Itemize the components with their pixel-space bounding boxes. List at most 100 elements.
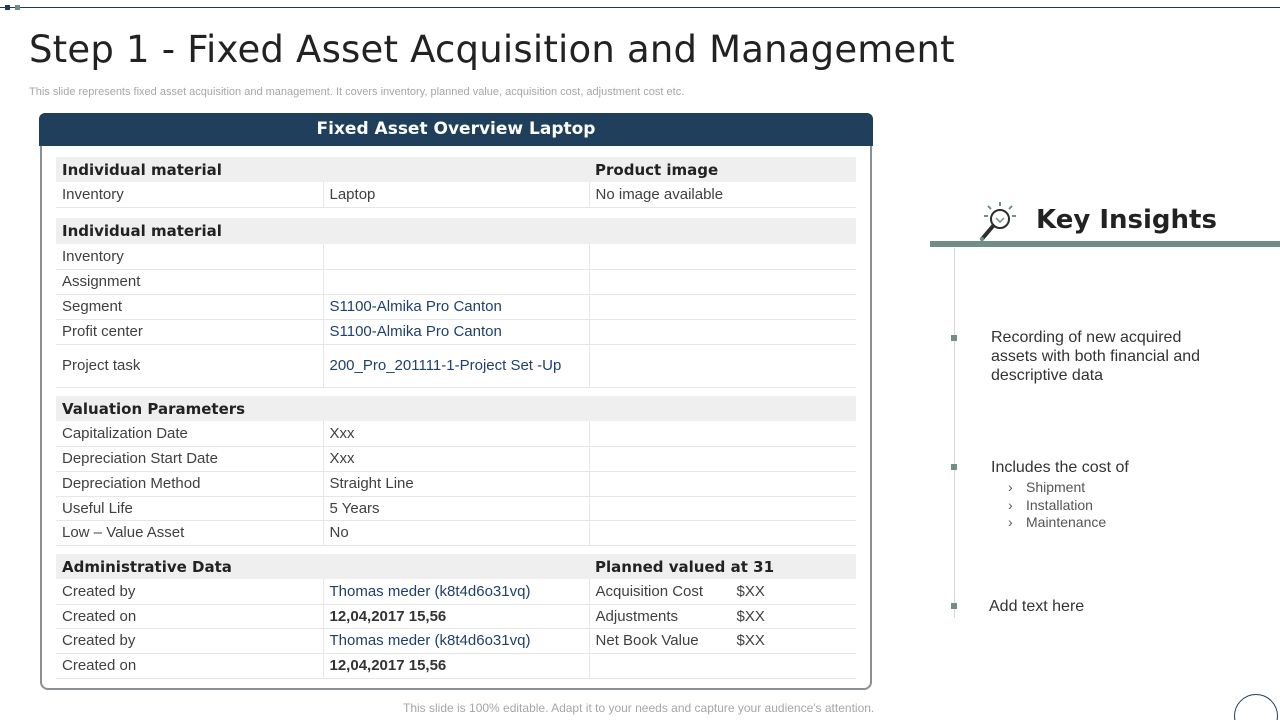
material-table: Individual material Inventory Assignment… <box>56 218 857 388</box>
table-row: Profit center S1100-Almika Pro Canton <box>56 319 857 345</box>
row-value <box>323 244 590 270</box>
empty-cell <box>589 244 857 270</box>
empty-cell <box>589 344 857 388</box>
sub-item-label: Shipment <box>1026 479 1086 495</box>
valuation-table: Valuation Parameters Capitalization Date… <box>56 396 857 546</box>
top-decor-square <box>5 5 10 10</box>
table-row: Created on 12,04,2017 15,56 <box>56 653 857 679</box>
row-value: Xxx <box>323 446 590 472</box>
row-value <box>323 269 590 295</box>
key-insights-title: Key Insights <box>1036 205 1217 235</box>
row-value: 12,04,2017 15,56 <box>323 604 590 629</box>
table-row: Low – Value Asset No <box>56 520 857 546</box>
empty-cell <box>589 520 857 546</box>
section-header: Individual material <box>56 157 590 182</box>
row-value: 5 Years <box>323 496 590 521</box>
administrative-table: Administrative Data Planned valued at 31… <box>56 554 857 679</box>
cost-label: Adjustments <box>595 607 679 625</box>
empty-cell <box>589 269 857 295</box>
row-label: Depreciation Method <box>56 471 324 497</box>
cost-cell: Acquisition Cost $XX <box>589 579 857 605</box>
row-value: Straight Line <box>323 471 590 497</box>
slide-title: Step 1 - Fixed Asset Acquisition and Man… <box>29 28 955 71</box>
insight-sub-list: › Shipment › Installation › Maintenance <box>1008 479 1106 532</box>
table-row: Inventory Laptop No image available <box>56 182 857 208</box>
table-row: Created by Thomas meder (k8t4d6o31vq) Ne… <box>56 628 857 654</box>
row-value: Laptop <box>323 182 590 208</box>
section-header: Valuation Parameters <box>56 396 857 421</box>
insight-text: Recording of new acquired assets with bo… <box>991 329 1201 384</box>
row-label: Depreciation Start Date <box>56 446 324 472</box>
row-value: S1100-Almika Pro Canton <box>323 319 590 345</box>
row-label: Created by <box>56 628 324 654</box>
cost-cell: Adjustments $XX <box>589 604 857 629</box>
empty-cell <box>589 446 857 472</box>
top-divider-line <box>0 7 1280 8</box>
table-row: Created by Thomas meder (k8t4d6o31vq) Ac… <box>56 579 857 605</box>
corner-decor-arc <box>1234 694 1278 720</box>
chevron-right-icon: › <box>1008 496 1013 513</box>
row-value: Thomas meder (k8t4d6o31vq) <box>323 628 590 654</box>
chevron-right-icon: › <box>1008 514 1013 530</box>
table-row: Project task 200_Pro_201111-1-Project Se… <box>56 344 857 388</box>
insight-bullet <box>951 464 957 470</box>
product-image-placeholder: No image available <box>589 182 857 208</box>
row-value: 12,04,2017 15,56 <box>323 653 590 679</box>
table-header-row: Valuation Parameters <box>56 396 857 421</box>
sub-list-item: › Maintenance <box>1008 514 1106 532</box>
top-decor-square-green <box>15 5 20 10</box>
chevron-right-icon: › <box>1008 479 1013 495</box>
table-row: Segment S1100-Almika Pro Canton <box>56 294 857 320</box>
empty-cell <box>589 294 857 320</box>
row-label: Created by <box>56 579 324 605</box>
row-label: Created on <box>56 653 324 679</box>
row-value: Xxx <box>323 421 590 447</box>
slide-subtitle: This slide represents fixed asset acquis… <box>29 86 685 98</box>
table-header-row: Administrative Data Planned valued at 31 <box>56 554 857 579</box>
row-label: Created on <box>56 604 324 629</box>
row-label: Assignment <box>56 269 324 295</box>
cost-label: Acquisition Cost <box>595 582 704 600</box>
insight-text: Add text here <box>989 598 1085 615</box>
insight-bullet <box>951 603 957 609</box>
row-label: Segment <box>56 294 324 320</box>
table-row: Capitalization Date Xxx <box>56 421 857 447</box>
row-label: Profit center <box>56 319 324 345</box>
table-header-row: Individual material Product image <box>56 157 857 182</box>
row-value: No <box>323 520 590 546</box>
cost-value: $XX <box>736 582 765 600</box>
cost-cell: Net Book Value $XX <box>589 628 857 654</box>
table-row: Useful Life 5 Years <box>56 496 857 521</box>
table-row: Depreciation Method Straight Line <box>56 471 857 497</box>
section-header: Individual material <box>56 218 857 244</box>
key-insights-underline <box>930 241 1280 247</box>
table-row: Created on 12,04,2017 15,56 Adjustments $… <box>56 604 857 629</box>
row-label: Useful Life <box>56 496 324 521</box>
slide-footer: This slide is 100% editable. Adapt it to… <box>403 701 875 715</box>
table-header-row: Individual material <box>56 218 857 244</box>
sub-item-label: Installation <box>1026 496 1093 513</box>
empty-cell <box>589 421 857 447</box>
section-header: Planned valued at 31 <box>589 554 857 579</box>
lightbulb-magnifier-icon <box>978 201 1018 243</box>
row-label: Project task <box>56 344 324 388</box>
cost-value: $XX <box>736 632 765 649</box>
sub-item-label: Maintenance <box>1026 514 1107 530</box>
insight-bullet <box>951 335 957 341</box>
table-row: Assignment <box>56 269 857 295</box>
empty-cell <box>589 496 857 521</box>
section-header: Product image <box>589 157 857 182</box>
insight-text: Includes the cost of <box>991 459 1129 476</box>
cost-label: Net Book Value <box>595 632 699 649</box>
table-row: Inventory <box>56 244 857 270</box>
row-label: Capitalization Date <box>56 421 324 447</box>
sub-list-item: › Installation <box>1008 497 1106 515</box>
table-row: Depreciation Start Date Xxx <box>56 446 857 472</box>
card-header: Fixed Asset Overview Laptop <box>39 113 873 146</box>
row-value: S1100-Almika Pro Canton <box>323 294 590 320</box>
row-value: 200_Pro_201111-1-Project Set -Up <box>323 344 590 388</box>
insights-timeline-line <box>954 248 955 618</box>
row-value: Thomas meder (k8t4d6o31vq) <box>323 579 590 605</box>
empty-cell <box>589 471 857 497</box>
empty-cell <box>589 319 857 345</box>
